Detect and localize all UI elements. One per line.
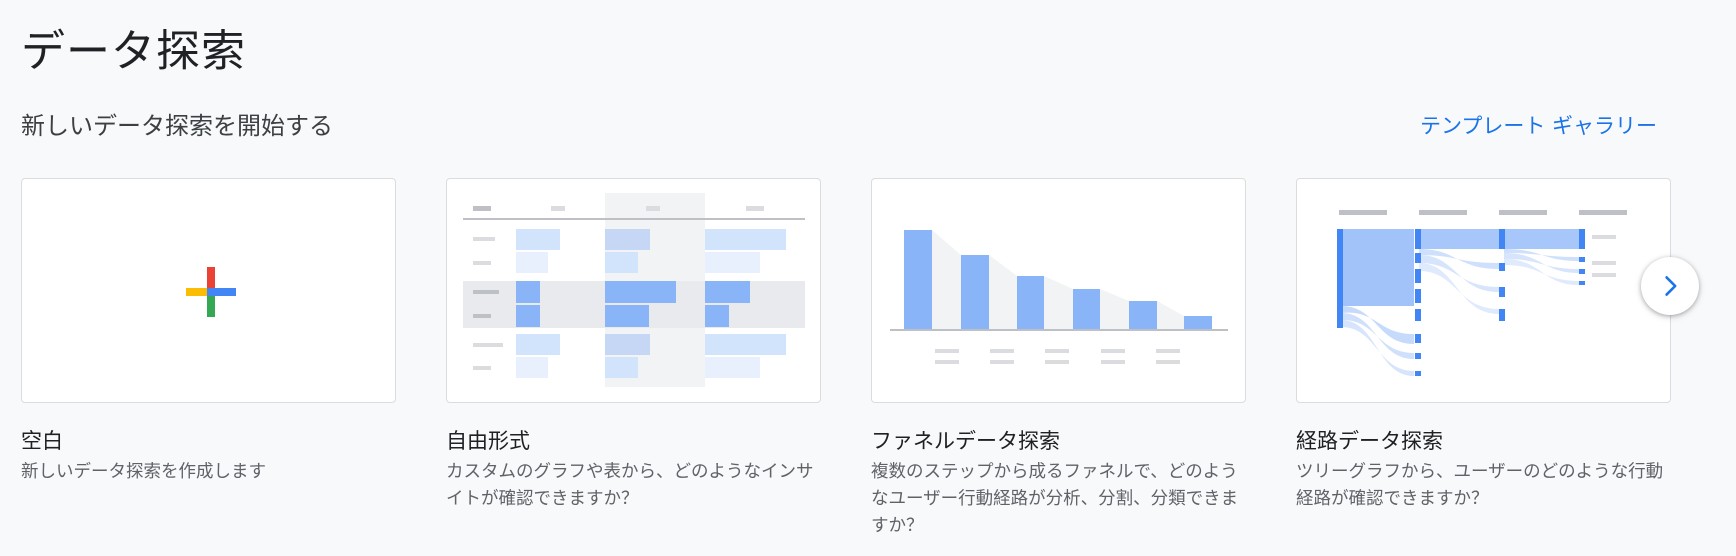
- funnel-thumbnail[interactable]: [871, 178, 1246, 403]
- card-description: ツリーグラフから、ユーザーのどのような行動経路が確認できますか？: [1296, 462, 1664, 509]
- chevron-right-icon: [1665, 276, 1677, 296]
- card-title: 経路データ探索: [1296, 429, 1443, 453]
- card-description: 新しいデータ探索を作成します: [21, 462, 266, 482]
- page-title: データ探索: [21, 26, 246, 77]
- path-tree-thumbnail: [1337, 210, 1627, 376]
- template-gallery-link[interactable]: テンプレート ギャラリー: [1420, 109, 1657, 143]
- blank-thumbnail[interactable]: [21, 178, 396, 403]
- card-title: 自由形式: [446, 429, 530, 453]
- card-path[interactable]: 経路データ探索 ツリーグラフから、ユーザーのどのような行動経路が確認できますか？: [1296, 178, 1671, 513]
- card-title: ファネルデータ探索: [871, 429, 1060, 453]
- free-form-table-thumbnail: [463, 193, 805, 387]
- section-title: 新しいデータ探索を開始する: [21, 112, 333, 140]
- path-thumbnail[interactable]: [1296, 178, 1671, 403]
- card-free-form[interactable]: 自由形式 カスタムのグラフや表から、どのようなインサイトが確認できますか？: [446, 178, 821, 513]
- free-form-thumbnail[interactable]: [446, 178, 821, 403]
- card-description: カスタムのグラフや表から、どのようなインサイトが確認できますか？: [446, 462, 814, 509]
- card-funnel[interactable]: ファネルデータ探索 複数のステップから成るファネルで、どのようなユーザー行動経路…: [871, 178, 1246, 540]
- plus-icon: [186, 267, 236, 317]
- card-description: 複数のステップから成るファネルで、どのようなユーザー行動経路が分析、分割、分類で…: [871, 462, 1239, 536]
- funnel-chart-thumbnail: [890, 230, 1228, 364]
- card-blank[interactable]: 空白 新しいデータ探索を作成します: [21, 178, 396, 486]
- card-title: 空白: [21, 429, 63, 453]
- next-button[interactable]: [1641, 257, 1699, 315]
